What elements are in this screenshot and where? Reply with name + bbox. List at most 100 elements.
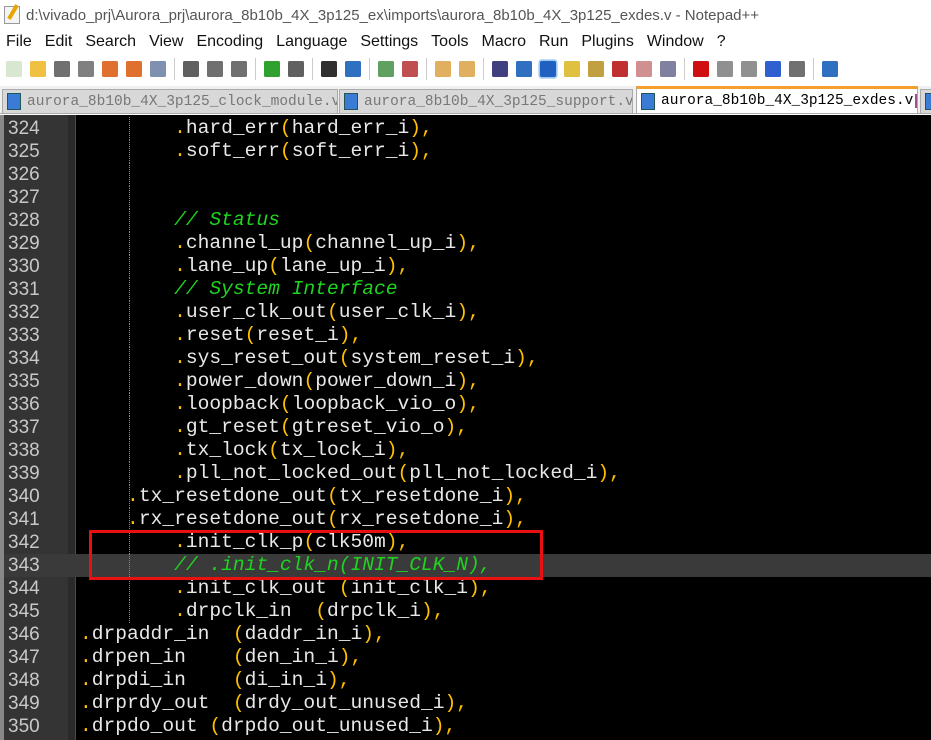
code-line[interactable]: 328 // Status [4, 209, 931, 232]
code-line[interactable]: 334 .sys_reset_out(system_reset_i), [4, 347, 931, 370]
udl-icon[interactable] [564, 61, 580, 77]
code-line[interactable]: 325 .soft_err(soft_err_i), [4, 140, 931, 163]
stop-record-icon[interactable] [717, 61, 733, 77]
identifier: pll_not_locked_out [185, 462, 398, 484]
function-list-icon[interactable] [612, 61, 628, 77]
code-editor[interactable]: 324 .hard_err(hard_err_i), 325 .soft_err(… [0, 115, 931, 740]
code-line[interactable]: 324 .hard_err(hard_err_i), [4, 117, 931, 140]
punctuation: ), [456, 370, 480, 392]
code-line[interactable]: 336 .loopback(loopback_vio_o), [4, 393, 931, 416]
punctuation: ), [421, 600, 445, 622]
code-text: .rx_resetdone_out(rx_resetdone_i), [80, 508, 527, 531]
monitoring-icon[interactable] [660, 61, 676, 77]
code-line[interactable]: 326 [4, 163, 931, 186]
indent-guide [129, 255, 131, 278]
menu-help[interactable]: ? [711, 30, 733, 54]
close-tab-icon[interactable]: x [915, 94, 917, 108]
identifier: loopback_vio_o [291, 393, 457, 415]
undo-icon[interactable] [264, 61, 280, 77]
code-line[interactable]: 332 .user_clk_out(user_clk_i), [4, 301, 931, 324]
tab-file[interactable]: aurora_8b10b_4X_3p125_exdes.vx [636, 86, 918, 114]
menu-view[interactable]: View [143, 30, 190, 54]
menu-window[interactable]: Window [641, 30, 711, 54]
sync-vertical-icon[interactable] [435, 61, 451, 77]
code-text: .soft_err(soft_err_i), [80, 140, 433, 163]
code-line[interactable]: 338 .tx_lock(tx_lock_i), [4, 439, 931, 462]
code-line[interactable]: 344 .init_clk_out (init_clk_i), [4, 577, 931, 600]
code-line[interactable]: 329 .channel_up(channel_up_i), [4, 232, 931, 255]
tab-label: aurora_8b10b_4X_3p125_support.v [364, 93, 633, 110]
code-line[interactable]: 345 .drpclk_in (drpclk_i), [4, 600, 931, 623]
menu-encoding[interactable]: Encoding [190, 30, 270, 54]
doc-map-icon[interactable] [588, 61, 604, 77]
file-saved-icon [344, 93, 358, 110]
find-icon[interactable] [321, 61, 337, 77]
copy-icon[interactable] [207, 61, 223, 77]
punctuation: ), [456, 393, 480, 415]
code-line[interactable]: 350 .drpdo_out (drpdo_out_unused_i), [4, 715, 931, 738]
play-macro-icon[interactable] [741, 61, 757, 77]
code-line[interactable]: 333 .reset(reset_i), [4, 324, 931, 347]
menu-edit[interactable]: Edit [39, 30, 80, 54]
menu-language[interactable]: Language [270, 30, 354, 54]
code-line[interactable]: 331 // System Interface [4, 278, 931, 301]
code-line[interactable]: 341 .rx_resetdone_out(rx_resetdone_i), [4, 508, 931, 531]
menu-file[interactable]: File [0, 30, 39, 54]
plugin-icon[interactable] [822, 61, 838, 77]
punctuation: . [174, 370, 186, 392]
cut-icon[interactable] [183, 61, 199, 77]
indent-guide [129, 508, 131, 531]
code-line[interactable]: 335 .power_down(power_down_i), [4, 370, 931, 393]
line-number: 328 [8, 210, 40, 231]
word-wrap-icon[interactable] [492, 61, 508, 77]
save-all-icon[interactable] [78, 61, 94, 77]
indent-guide-icon[interactable] [538, 59, 558, 79]
show-all-chars-icon[interactable] [516, 61, 532, 77]
identifier: drpaddr_in [91, 623, 233, 645]
menu-settings[interactable]: Settings [354, 30, 425, 54]
zoom-out-icon[interactable] [402, 61, 418, 77]
menu-search[interactable]: Search [79, 30, 143, 54]
code-line[interactable]: 346 .drpaddr_in (daddr_in_i), [4, 623, 931, 646]
identifier: user_clk_out [185, 301, 327, 323]
code-line[interactable]: 330 .lane_up(lane_up_i), [4, 255, 931, 278]
menu-run[interactable]: Run [533, 30, 575, 54]
punctuation: ), [444, 692, 469, 714]
replace-icon[interactable] [345, 61, 361, 77]
close-all-icon[interactable] [126, 61, 142, 77]
line-number: 349 [8, 693, 40, 714]
code-text: .channel_up(channel_up_i), [80, 232, 480, 255]
code-line[interactable]: 340 .tx_resetdone_out(tx_resetdone_i), [4, 485, 931, 508]
code-line[interactable]: 327 [4, 186, 931, 209]
code-text: .sys_reset_out(system_reset_i), [80, 347, 539, 370]
punctuation: ( [232, 623, 245, 645]
redo-icon[interactable] [288, 61, 304, 77]
code-line[interactable]: 348 .drpdi_in (di_in_i), [4, 669, 931, 692]
menu-macro[interactable]: Macro [476, 30, 533, 54]
new-file-icon[interactable] [6, 61, 22, 77]
run-macro-multiple-icon[interactable] [765, 61, 781, 77]
folder-workspace-icon[interactable] [636, 61, 652, 77]
tab-overflow[interactable] [920, 89, 931, 114]
menu-plugins[interactable]: Plugins [575, 30, 640, 54]
menu-tools[interactable]: Tools [425, 30, 475, 54]
punctuation: ( [279, 140, 292, 162]
save-icon[interactable] [54, 61, 70, 77]
code-line[interactable]: 347 .drpen_in (den_in_i), [4, 646, 931, 669]
code-line[interactable]: 339 .pll_not_locked_out(pll_not_locked_i… [4, 462, 931, 485]
tab-file[interactable]: aurora_8b10b_4X_3p125_support.vx [339, 89, 633, 114]
line-number: 332 [8, 302, 40, 323]
paste-icon[interactable] [231, 61, 247, 77]
save-macro-icon[interactable] [789, 61, 805, 77]
code-line[interactable]: 349 .drprdy_out (drdy_out_unused_i), [4, 692, 931, 715]
code-text: .init_clk_out (init_clk_i), [80, 577, 492, 600]
close-icon[interactable] [102, 61, 118, 77]
zoom-in-icon[interactable] [378, 61, 394, 77]
sync-horizontal-icon[interactable] [459, 61, 475, 77]
code-line[interactable]: 337 .gt_reset(gtreset_vio_o), [4, 416, 931, 439]
record-macro-icon[interactable] [693, 61, 709, 77]
punctuation: . [174, 324, 186, 346]
open-file-icon[interactable] [30, 61, 46, 77]
tab-file[interactable]: aurora_8b10b_4X_3p125_clock_module.vx [2, 89, 338, 114]
print-icon[interactable] [150, 61, 166, 77]
